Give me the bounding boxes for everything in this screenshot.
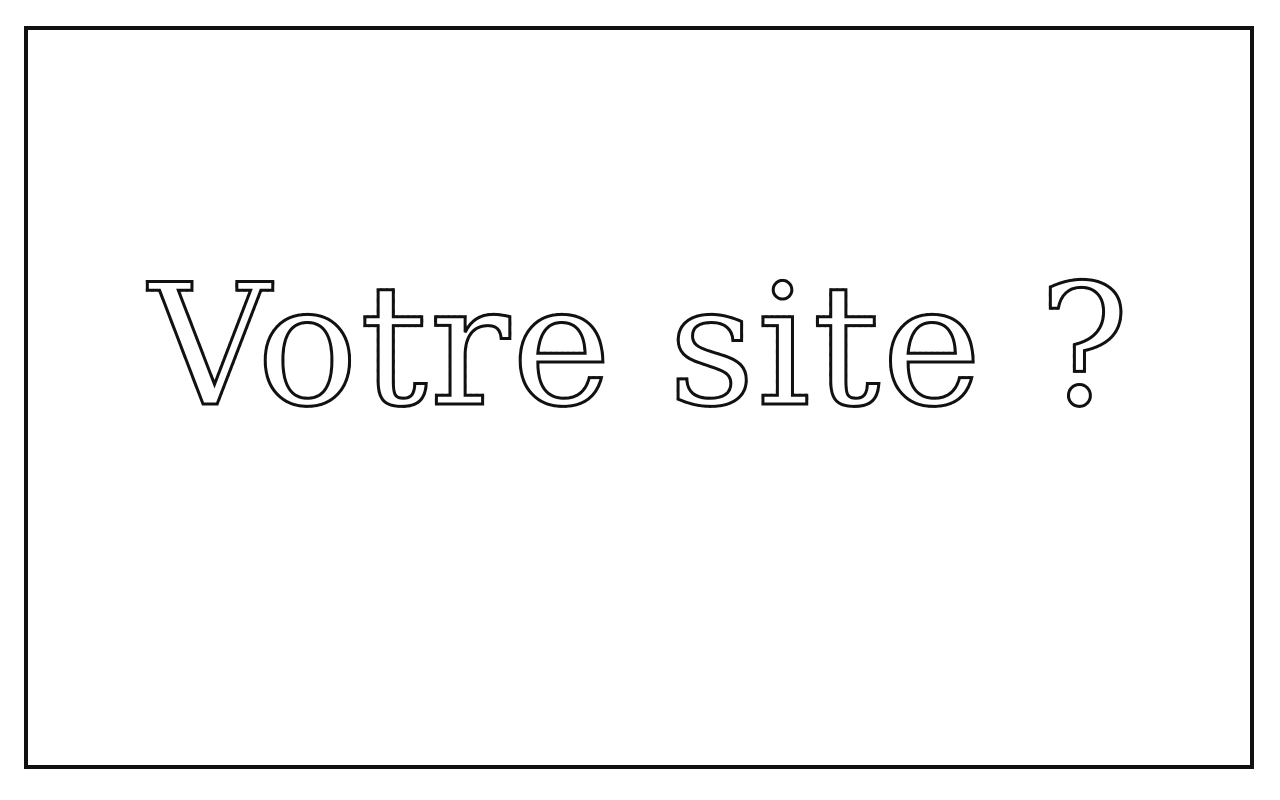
headline: Votre site ? — [0, 261, 1280, 432]
